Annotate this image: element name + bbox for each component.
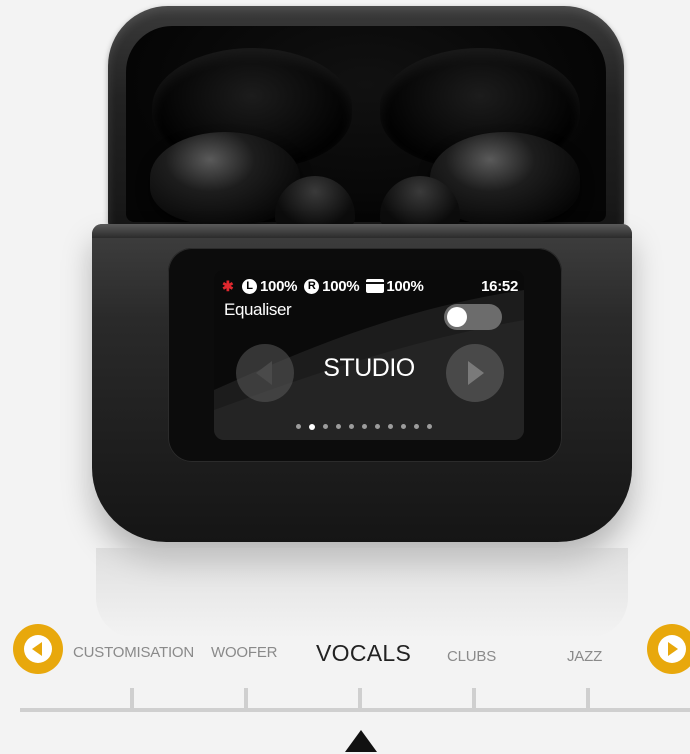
equaliser-toggle[interactable]	[444, 304, 502, 330]
page-indicator	[296, 424, 432, 432]
page-dot	[388, 424, 393, 429]
right-earbud-icon: R	[304, 278, 320, 294]
page-dot	[349, 424, 354, 429]
page-dot	[362, 424, 367, 429]
previous-mode-button[interactable]	[13, 624, 63, 674]
left-earbud-icon: L	[242, 278, 257, 294]
status-bar: ✱ L 100% R 100% 100% 16:52	[222, 276, 522, 296]
case-battery-value: 100%	[386, 277, 424, 295]
case-battery: 100%	[366, 277, 424, 295]
play-right-icon	[468, 361, 484, 385]
chevron-right-icon	[658, 635, 686, 663]
mode-jazz[interactable]: JAZZ	[567, 648, 602, 665]
toggle-knob	[447, 307, 467, 327]
preset-name: STUDIO	[323, 354, 415, 382]
next-mode-button[interactable]	[647, 624, 690, 674]
page-dot	[336, 424, 341, 429]
scale-tick	[358, 688, 362, 710]
left-battery-value: 100%	[260, 277, 298, 295]
case-reflection	[96, 548, 628, 638]
scale-tick	[244, 688, 248, 710]
touch-screen: ✱ L 100% R 100% 100% 16:52 Equaliser STU…	[214, 270, 524, 440]
mode-clubs[interactable]: CLUBS	[447, 648, 496, 665]
scale-tick	[472, 688, 476, 710]
page-dot	[427, 424, 432, 429]
page-dot	[323, 424, 328, 429]
next-preset-button[interactable]	[446, 344, 504, 402]
scale-tick	[586, 688, 590, 710]
equaliser-title: Equaliser	[224, 300, 292, 319]
page-dot	[401, 424, 406, 429]
left-battery: L 100%	[242, 278, 297, 295]
bluetooth-icon: ✱	[222, 277, 234, 294]
mode-customisation[interactable]: CUSTOMISATION	[73, 644, 194, 661]
right-battery-value: 100%	[322, 277, 360, 295]
page-dot	[309, 424, 315, 430]
page-dot	[414, 424, 419, 429]
scale-tick	[130, 688, 134, 710]
case-icon	[366, 279, 385, 293]
mode-woofer[interactable]: WOOFER	[211, 644, 277, 661]
mode-vocals[interactable]: VOCALS	[316, 640, 411, 667]
case-rim	[92, 224, 632, 238]
selected-mode-indicator	[345, 730, 377, 752]
chevron-left-icon	[24, 635, 52, 663]
clock: 16:52	[481, 277, 518, 295]
page-dot	[296, 424, 301, 429]
right-battery: R 100%	[304, 277, 360, 295]
page-dot	[375, 424, 380, 429]
